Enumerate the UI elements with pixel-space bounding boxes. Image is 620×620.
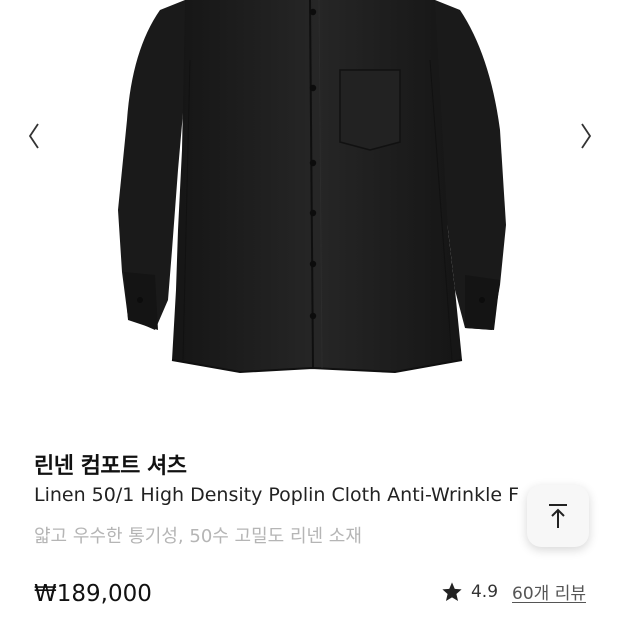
- carousel-prev-button[interactable]: [16, 118, 52, 154]
- product-price: ₩189,000: [34, 581, 152, 607]
- product-rating: 4.9 60개 리뷰: [441, 579, 586, 604]
- product-title: 린넨 컴포트 셔츠: [34, 454, 187, 479]
- scroll-to-top-button[interactable]: [527, 485, 589, 547]
- reviews-link[interactable]: 60개 리뷰: [512, 579, 586, 604]
- product-image-carousel[interactable]: [0, 0, 620, 420]
- rating-value: 4.9: [470, 581, 499, 602]
- chevron-left-icon: [28, 123, 39, 149]
- arrow-up-to-top-icon: [549, 504, 567, 528]
- carousel-next-button[interactable]: [568, 118, 604, 154]
- chevron-right-icon: [581, 123, 592, 149]
- star-icon: [442, 581, 462, 601]
- product-subtitle: Linen 50/1 High Density Poplin Cloth Ant…: [34, 484, 520, 506]
- product-description: 얇고 우수한 통기성, 50수 고밀도 리넨 소재: [34, 526, 362, 547]
- product-image: [118, 0, 506, 374]
